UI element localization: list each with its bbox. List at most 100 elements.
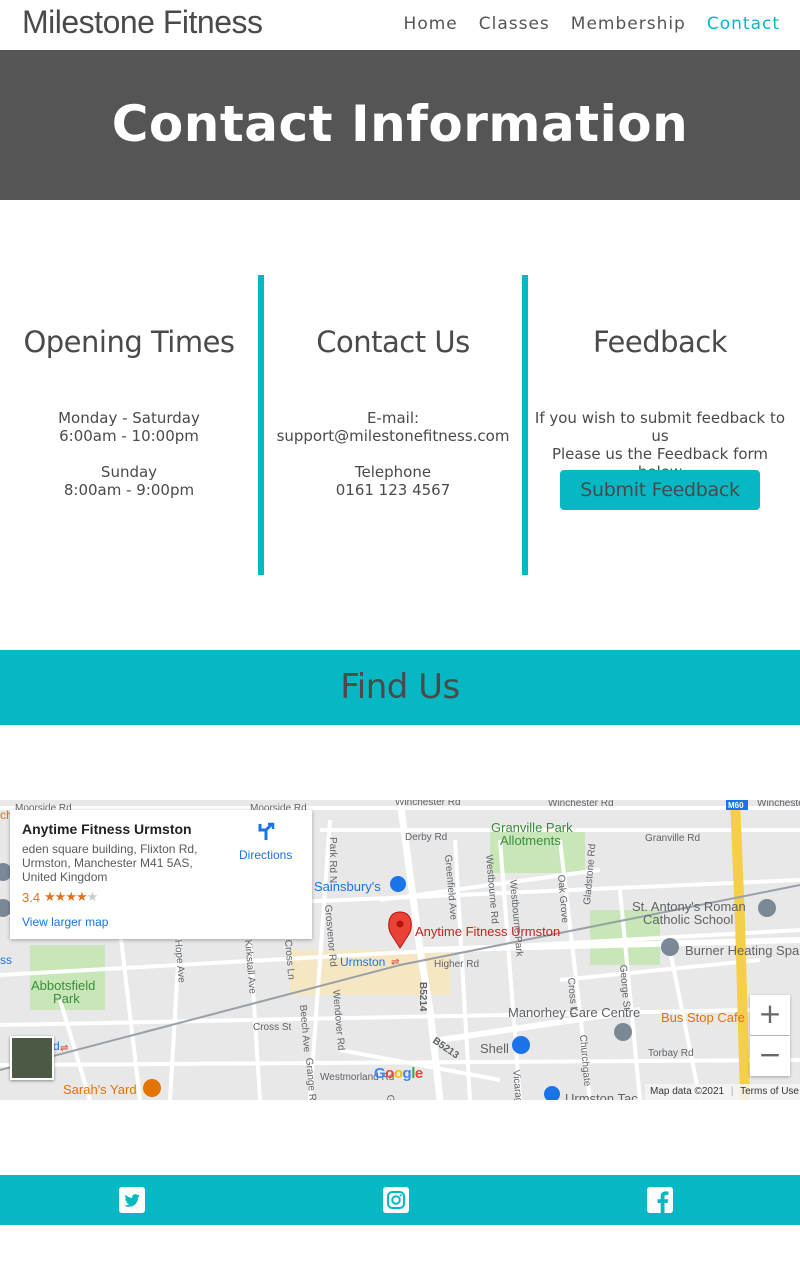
road-number-label: B5214 xyxy=(417,982,428,1012)
street-label: Torbay Rd xyxy=(648,1048,694,1059)
facebook-icon[interactable] xyxy=(647,1187,673,1213)
street-label: Cross St xyxy=(253,1022,292,1033)
contact-us-title: Contact Us xyxy=(316,325,470,359)
poi-label: Bus Stop Cafe xyxy=(661,1010,745,1025)
top-navbar: Milestone Fitness Home Classes Membershi… xyxy=(0,0,800,50)
place-address: eden square building, Flixton Rd, Urmsto… xyxy=(22,842,198,884)
street-label: Higher Rd xyxy=(434,959,479,970)
contact-line: E-mail: xyxy=(366,409,420,427)
street-label: Winchester Rd xyxy=(395,800,461,808)
pin-icon[interactable] xyxy=(661,938,679,956)
instagram-icon[interactable] xyxy=(383,1187,409,1213)
opening-times-title: Opening Times xyxy=(23,325,235,359)
street-label: Kirkstall Ave xyxy=(242,939,258,994)
nav-link-contact[interactable]: Contact xyxy=(707,14,780,34)
map-data-text: Map data ©2021 xyxy=(650,1086,725,1097)
contact-us-column: Contact Us E-mail: support@milestonefitn… xyxy=(264,275,522,575)
pin-icon[interactable] xyxy=(544,1086,560,1100)
embedded-map[interactable]: Moorside Rd Moorside Rd Winchester Rd Wi… xyxy=(0,800,800,1100)
poi-label: Allotments xyxy=(500,833,561,848)
twitter-icon[interactable] xyxy=(119,1187,145,1213)
shopping-icon[interactable] xyxy=(390,876,406,892)
star-icon: ★ xyxy=(44,889,56,904)
street-label: Vicarage Rd xyxy=(510,1069,526,1100)
street-label: Oak Grove xyxy=(555,874,570,924)
email-address[interactable]: support@milestonefitness.com xyxy=(264,427,522,445)
find-us-banner: Find Us xyxy=(0,650,800,725)
star-icon: ★ xyxy=(65,889,77,904)
star-icon: ★ xyxy=(86,889,99,904)
nav-menu: Home Classes Membership Contact xyxy=(383,14,780,34)
street-label: Beech Ave xyxy=(297,1004,312,1053)
info-columns: Opening Times Monday - Saturday 6:00am -… xyxy=(0,275,800,575)
rating-stars: ★★★★★ xyxy=(44,889,99,905)
star-icon: ★ xyxy=(54,889,67,904)
rail-station-icon: ⇌ xyxy=(60,1043,68,1054)
location-marker-icon[interactable] xyxy=(388,911,412,949)
fuel-icon[interactable] xyxy=(512,1036,530,1054)
opening-line: Sunday xyxy=(100,463,158,481)
street-label: Greenfield Ave xyxy=(384,1094,401,1100)
poi-label: Burner Heating Spa xyxy=(685,943,800,958)
poi-label: Manorhey Care Centre xyxy=(508,1005,640,1020)
place-name: Anytime Fitness Urmston xyxy=(22,821,192,837)
find-us-title: Find Us xyxy=(340,667,460,707)
street-label: Hope Ave xyxy=(172,939,187,983)
place-rating: 3.4 xyxy=(22,890,41,905)
street-label: Winchester Rd xyxy=(548,800,614,809)
motorway-shield-label: M60 xyxy=(728,801,744,810)
street-label: Churchgate xyxy=(577,1034,593,1087)
feedback-line: If you wish to submit feedback to us xyxy=(534,409,786,445)
poi-label: Catholic School xyxy=(643,912,733,927)
poi-label: d xyxy=(53,1039,60,1053)
directions-icon[interactable] xyxy=(256,822,276,842)
hero-banner: Contact Information xyxy=(0,50,800,200)
poi-label: Urmston xyxy=(340,955,385,969)
poi-label: Sarah's Yard xyxy=(63,1082,137,1097)
feedback-title: Feedback xyxy=(592,325,728,359)
marker-label: Anytime Fitness Urmston xyxy=(415,924,560,939)
submit-feedback-button[interactable]: Submit Feedback xyxy=(560,470,760,510)
nav-link-home[interactable]: Home xyxy=(404,14,458,34)
place-info-card: Anytime Fitness Urmston eden square buil… xyxy=(10,810,312,939)
school-icon[interactable] xyxy=(758,899,776,917)
opening-times-column: Opening Times Monday - Saturday 6:00am -… xyxy=(0,275,258,575)
satellite-toggle-thumbnail[interactable] xyxy=(10,1036,54,1080)
poi-label: Sainsbury's xyxy=(314,879,381,894)
google-logo: Google xyxy=(374,1065,423,1082)
map-attribution: Map data ©2021 | Terms of Use xyxy=(645,1084,800,1100)
restaurant-icon[interactable] xyxy=(143,1079,161,1097)
pin-icon[interactable] xyxy=(614,1023,632,1041)
feedback-column: Feedback If you wish to submit feedback … xyxy=(528,275,792,575)
opening-line: 8:00am - 9:00pm xyxy=(63,481,195,499)
street-label: Granville Rd xyxy=(645,833,700,844)
poi-label: Park xyxy=(53,991,80,1006)
poi-label: Shell xyxy=(480,1041,509,1056)
nav-link-membership[interactable]: Membership xyxy=(571,14,686,34)
opening-line: Monday - Saturday xyxy=(58,409,200,427)
phone-number[interactable]: 0161 123 4567 xyxy=(264,481,522,499)
street-label: Winchester xyxy=(757,800,800,809)
page-title: Contact Information xyxy=(111,95,689,153)
street-label: Derby Rd xyxy=(405,832,447,843)
terms-of-use-link[interactable]: Terms of Use xyxy=(740,1086,799,1097)
view-larger-map-link[interactable]: View larger map xyxy=(22,915,108,929)
brand-logo[interactable]: Milestone Fitness xyxy=(22,4,263,41)
street-label: Park Rd N xyxy=(327,837,338,883)
street-label: Cross Ln xyxy=(282,939,296,980)
zoom-out-button[interactable]: − xyxy=(750,1036,790,1076)
zoom-in-button[interactable]: + xyxy=(750,995,790,1035)
rail-station-icon: ⇌ xyxy=(391,957,399,968)
opening-times-text: Monday - Saturday 6:00am - 10:00pm Sunda… xyxy=(0,409,258,499)
nav-link-classes[interactable]: Classes xyxy=(479,14,550,34)
directions-link[interactable]: Directions xyxy=(239,848,292,862)
contact-line: Telephone xyxy=(354,463,432,481)
poi-label: Urmston Tac xyxy=(565,1091,638,1100)
star-icon: ★ xyxy=(75,889,88,904)
divider: | xyxy=(730,1086,734,1097)
poi-label: ss xyxy=(0,953,12,967)
footer-social-bar xyxy=(0,1175,800,1225)
marker-dot xyxy=(396,920,404,928)
